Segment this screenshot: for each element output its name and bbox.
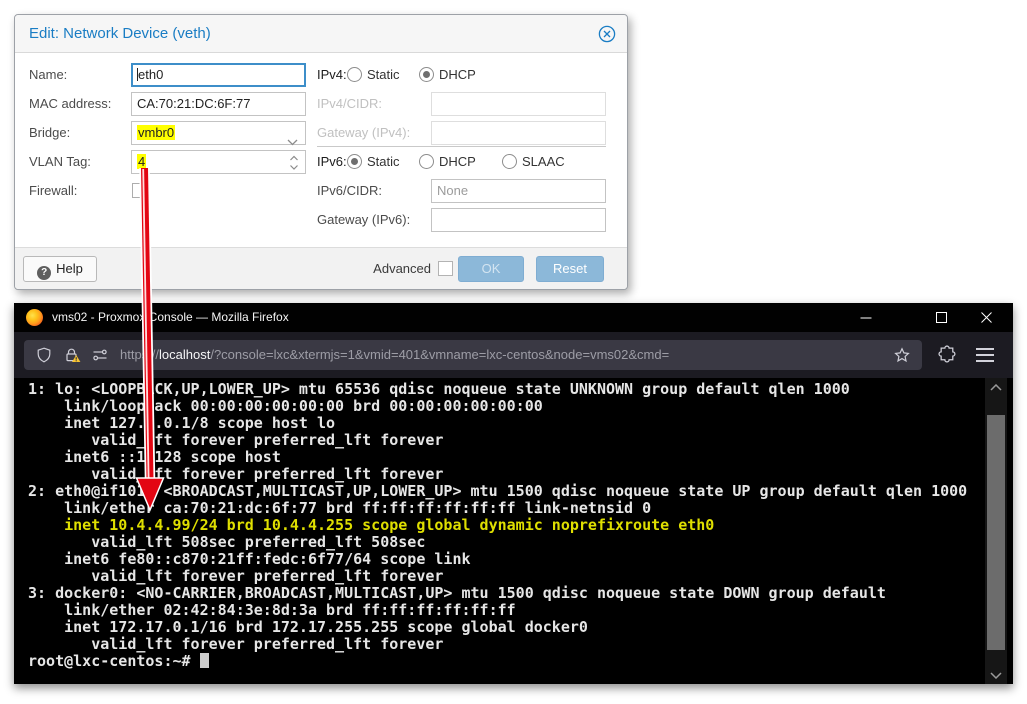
shield-icon[interactable]: [36, 347, 52, 368]
dialog-titlebar[interactable]: Edit: Network Device (veth): [15, 15, 627, 53]
ok-button[interactable]: OK: [458, 256, 524, 282]
gateway-ipv6-label: Gateway (IPv6):: [317, 208, 410, 232]
scroll-down-icon[interactable]: [985, 666, 1007, 684]
dialog-close-icon[interactable]: [598, 25, 616, 43]
ipv6-cidr-placeholder: None: [437, 183, 468, 198]
scroll-up-icon[interactable]: [985, 378, 1007, 396]
ipv6-group-label: IPv6:: [317, 150, 347, 174]
terminal-output: 1: lo: <LOOPBACK,UP,LOWER_UP> mtu 65536 …: [28, 381, 967, 670]
ipv4-dhcp-label[interactable]: DHCP: [439, 63, 476, 87]
console-terminal[interactable]: 1: lo: <LOOPBACK,UP,LOWER_UP> mtu 65536 …: [14, 378, 1013, 684]
url-bar[interactable]: https://localhost/?console=lxc&xtermjs=1…: [24, 340, 922, 370]
vlan-value: 4: [137, 154, 146, 169]
close-window-button[interactable]: [964, 303, 1008, 332]
bridge-select[interactable]: vmbr0: [131, 121, 306, 145]
bridge-label: Bridge:: [29, 121, 70, 145]
firewall-label: Firewall:: [29, 179, 77, 203]
ipv6-static-radio[interactable]: [347, 154, 362, 169]
firewall-checkbox[interactable]: [132, 183, 147, 198]
advanced-checkbox[interactable]: [438, 261, 453, 276]
ipv4-cidr-input: [431, 92, 606, 116]
name-input[interactable]: eth0: [131, 63, 306, 87]
url-host: localhost: [159, 347, 210, 362]
ipv4-cidr-label: IPv4/CIDR:: [317, 92, 382, 116]
browser-navbar: https://localhost/?console=lxc&xtermjs=1…: [14, 332, 1013, 378]
bookmark-star-icon[interactable]: [894, 347, 910, 368]
terminal-line: valid_lft forever preferred_lft forever: [28, 432, 967, 449]
menu-hamburger-icon[interactable]: [976, 348, 994, 362]
gateway-ipv4-input: [431, 121, 606, 145]
mac-label: MAC address:: [29, 92, 111, 116]
ipv6-cidr-label: IPv6/CIDR:: [317, 179, 382, 203]
advanced-label: Advanced: [345, 248, 431, 290]
terminal-line: link/ether 02:42:84:3e:8d:3a brd ff:ff:f…: [28, 602, 967, 619]
scrollbar-thumb[interactable]: [987, 415, 1005, 650]
terminal-line: inet 172.17.0.1/16 brd 172.17.255.255 sc…: [28, 619, 967, 636]
ipv6-slaac-label[interactable]: SLAAC: [522, 150, 565, 174]
help-button[interactable]: ?Help: [23, 256, 97, 282]
minimize-button[interactable]: [844, 303, 888, 332]
permissions-icon[interactable]: [92, 347, 108, 368]
shell-prompt: root@lxc-centos:~#: [28, 652, 200, 670]
ipv4-static-label[interactable]: Static: [367, 63, 400, 87]
gateway-ipv6-input[interactable]: [431, 208, 606, 232]
reset-button[interactable]: Reset: [536, 256, 604, 282]
extensions-puzzle-icon[interactable]: [938, 345, 957, 369]
section-divider: [317, 146, 606, 147]
terminal-cursor: [200, 653, 209, 668]
gateway-ipv4-label: Gateway (IPv4):: [317, 121, 410, 145]
name-label: Name:: [29, 63, 67, 87]
terminal-line: 3: docker0: <NO-CARRIER,BROADCAST,MULTIC…: [28, 585, 967, 602]
vlan-label: VLAN Tag:: [29, 150, 91, 174]
lock-warning-icon[interactable]: [64, 347, 81, 368]
terminal-line: valid_lft forever preferred_lft forever: [28, 466, 967, 483]
ipv6-slaac-radio[interactable]: [502, 154, 517, 169]
window-title: vms02 - Proxmox Console — Mozilla Firefo…: [52, 303, 289, 332]
maximize-button[interactable]: [919, 303, 963, 332]
terminal-line: link/ether ca:70:21:dc:6f:77 brd ff:ff:f…: [28, 500, 967, 517]
firefox-logo-icon: [26, 309, 43, 326]
ipv6-static-label[interactable]: Static: [367, 150, 400, 174]
bridge-value: vmbr0: [137, 125, 175, 140]
ipv6-dhcp-label[interactable]: DHCP: [439, 150, 476, 174]
vlan-spinner[interactable]: 4: [131, 150, 306, 174]
terminal-scrollbar[interactable]: [985, 378, 1007, 684]
terminal-line: valid_lft forever preferred_lft forever: [28, 636, 967, 653]
terminal-line: link/loopback 00:00:00:00:00:00 brd 00:0…: [28, 398, 967, 415]
page: Edit: Network Device (veth) Name: eth0 M…: [0, 0, 1027, 704]
terminal-line: 2: eth0@if101: <BROADCAST,MULTICAST,UP,L…: [28, 483, 967, 500]
url-text: https://localhost/?console=lxc&xtermjs=1…: [120, 340, 669, 370]
terminal-line: valid_lft 508sec preferred_lft 508sec: [28, 534, 967, 551]
ipv4-dhcp-radio[interactable]: [419, 67, 434, 82]
window-titlebar[interactable]: vms02 - Proxmox Console — Mozilla Firefo…: [14, 303, 1013, 332]
url-path: /?console=lxc&xtermjs=1&vmid=401&vmname=…: [210, 347, 669, 362]
mac-input[interactable]: CA:70:21:DC:6F:77: [131, 92, 306, 116]
ipv6-dhcp-radio[interactable]: [419, 154, 434, 169]
firefox-window: vms02 - Proxmox Console — Mozilla Firefo…: [14, 303, 1013, 684]
terminal-line: valid_lft forever preferred_lft forever: [28, 568, 967, 585]
terminal-line: inet 10.4.4.99/24 brd 10.4.4.255 scope g…: [28, 517, 967, 534]
terminal-prompt-line: root@lxc-centos:~#: [28, 653, 967, 670]
terminal-line: inet6 fe80::c870:21ff:fedc:6f77/64 scope…: [28, 551, 967, 568]
terminal-line: inet 127.0.0.1/8 scope host lo: [28, 415, 967, 432]
dialog-title: Edit: Network Device (veth): [29, 15, 211, 53]
url-scheme: https://: [120, 347, 159, 362]
dialog-footer: ?Help Advanced OK Reset: [15, 247, 627, 289]
spinner-arrows-icon[interactable]: [289, 154, 299, 179]
help-question-icon: ?: [37, 266, 51, 280]
terminal-line: inet6 ::1/128 scope host: [28, 449, 967, 466]
ipv4-group-label: IPv4:: [317, 63, 347, 87]
ipv4-static-radio[interactable]: [347, 67, 362, 82]
ipv6-cidr-input[interactable]: None: [431, 179, 606, 203]
terminal-line: 1: lo: <LOOPBACK,UP,LOWER_UP> mtu 65536 …: [28, 381, 967, 398]
edit-network-device-dialog: Edit: Network Device (veth) Name: eth0 M…: [14, 14, 628, 290]
